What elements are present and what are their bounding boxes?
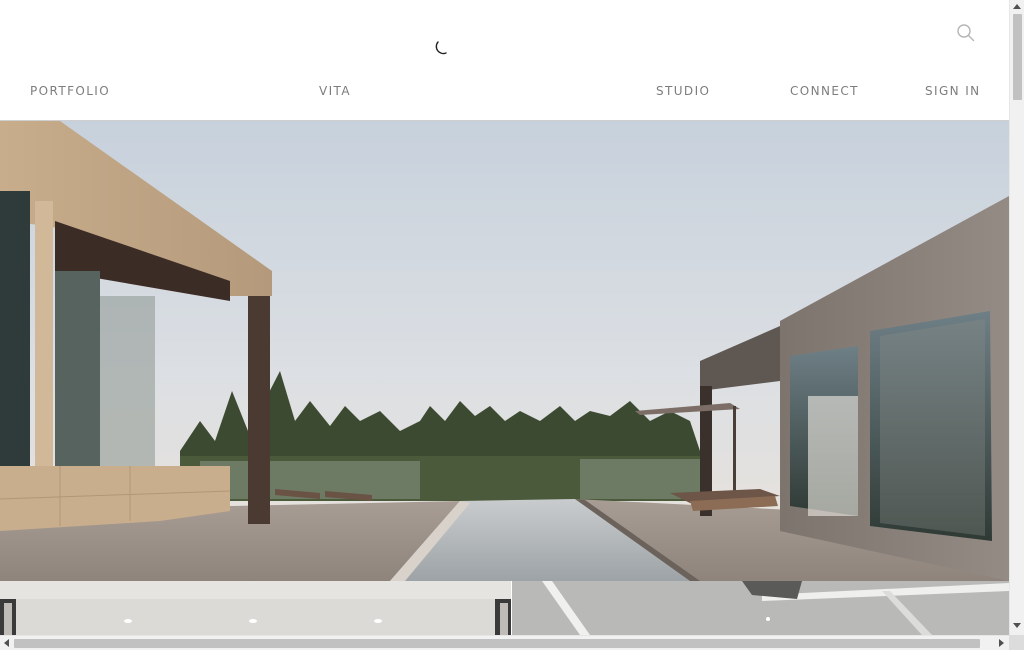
arrow-up-icon[interactable]	[1013, 4, 1021, 9]
scrollbar-corner	[1009, 635, 1024, 650]
hero-photo-house-pool	[0, 121, 1009, 581]
vertical-scrollbar-thumb[interactable]	[1013, 14, 1022, 100]
site-header: PORTFOLIO VITA STUDIO CONNECT SIGN IN	[0, 0, 1009, 121]
gallery-thumbnail-interior[interactable]	[0, 581, 511, 635]
horizontal-scrollbar-thumb[interactable]	[14, 639, 980, 648]
arrow-left-icon[interactable]	[4, 639, 9, 647]
page-viewport: PORTFOLIO VITA STUDIO CONNECT SIGN IN	[0, 0, 1009, 635]
hero-image[interactable]	[0, 121, 1009, 581]
nav-portfolio[interactable]: PORTFOLIO	[30, 84, 110, 98]
vertical-scrollbar[interactable]	[1009, 0, 1024, 635]
nav-connect[interactable]: CONNECT	[790, 84, 859, 98]
gallery-thumbnail-structure[interactable]	[512, 581, 1009, 635]
loading-spinner-icon	[435, 41, 447, 55]
nav-sign-in[interactable]: SIGN IN	[925, 84, 981, 98]
interior-photo	[0, 581, 511, 635]
search-icon[interactable]	[955, 22, 977, 44]
nav-studio[interactable]: STUDIO	[656, 84, 710, 98]
structure-photo	[512, 581, 1009, 635]
arrow-down-icon[interactable]	[1013, 623, 1021, 628]
arrow-right-icon[interactable]	[999, 639, 1004, 647]
nav-vita[interactable]: VITA	[319, 84, 351, 98]
horizontal-scrollbar[interactable]	[0, 635, 1009, 650]
